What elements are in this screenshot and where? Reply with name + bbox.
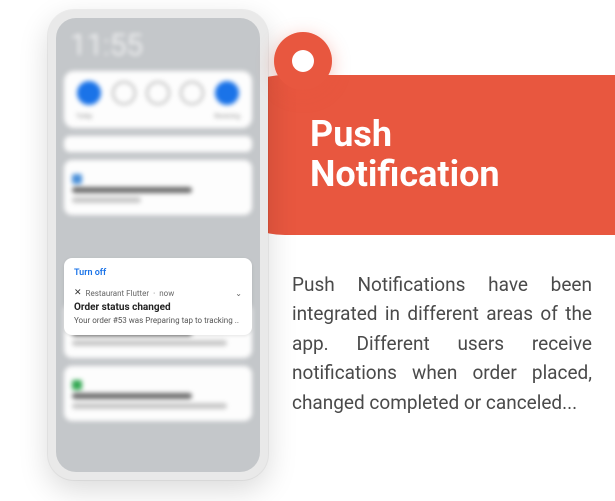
blurred-background: 11:55 Today Receiving bbox=[56, 18, 260, 472]
banner-bullet-icon bbox=[274, 32, 332, 90]
bullet-inner bbox=[292, 50, 314, 72]
qs-sub-left: Today bbox=[76, 113, 92, 120]
qs-toggle-3[interactable] bbox=[146, 81, 170, 105]
notification-title: Order status changed bbox=[74, 302, 242, 313]
notification-item-1[interactable] bbox=[64, 160, 252, 215]
notification-body: Your order #53 was Preparing tap to trac… bbox=[74, 316, 242, 325]
quick-settings-panel: Today Receiving bbox=[64, 71, 252, 128]
notification-item-3[interactable] bbox=[64, 366, 252, 421]
app-icon bbox=[72, 380, 82, 390]
app-icon bbox=[72, 174, 82, 184]
dot-separator: · bbox=[153, 289, 155, 298]
restaurant-icon: ✕ bbox=[74, 288, 82, 298]
qs-toggle-5[interactable] bbox=[215, 81, 239, 105]
notification-app-name: Restaurant Flutter bbox=[86, 289, 150, 298]
banner-title-line1: Push bbox=[310, 113, 392, 155]
brightness-slider[interactable] bbox=[64, 136, 252, 152]
notification-focused[interactable]: Turn off ✕ Restaurant Flutter · now ⌄ Or… bbox=[64, 258, 252, 335]
qs-toggle-4[interactable] bbox=[180, 81, 204, 105]
phone-mockup: 11:55 Today Receiving bbox=[48, 10, 268, 480]
qs-sub-right: Receiving bbox=[214, 113, 240, 120]
qs-toggle-2[interactable] bbox=[112, 81, 136, 105]
status-clock: 11:55 bbox=[56, 18, 260, 65]
notification-time: now bbox=[159, 289, 174, 298]
phone-screen: 11:55 Today Receiving bbox=[56, 18, 260, 472]
banner-title-line2: Notification bbox=[310, 153, 500, 195]
turn-off-link[interactable]: Turn off bbox=[74, 268, 242, 278]
chevron-down-icon[interactable]: ⌄ bbox=[235, 289, 242, 298]
feature-description: Push Notifications have been integrated … bbox=[292, 270, 592, 417]
qs-toggle-wifi[interactable] bbox=[77, 81, 101, 105]
